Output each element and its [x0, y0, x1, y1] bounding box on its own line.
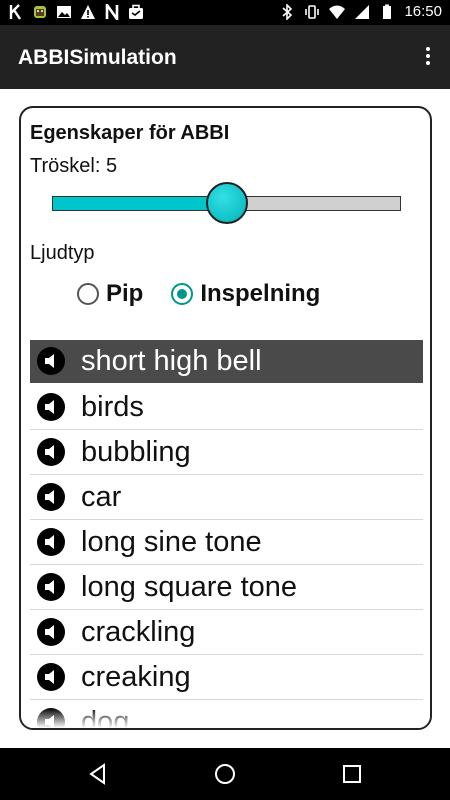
app-title: ABBISimulation	[18, 46, 177, 69]
radio-pip[interactable]: Pip	[77, 280, 143, 308]
signal-icon	[355, 5, 370, 19]
sound-type-radio-group: Pip Inspelning	[77, 280, 348, 308]
sound-label: birds	[81, 390, 144, 423]
bluetooth-icon	[282, 4, 293, 20]
battery-icon	[383, 4, 392, 19]
sound-label: car	[81, 480, 122, 513]
android-debug-icon	[34, 6, 46, 18]
sound-list-item[interactable]: long square tone	[30, 565, 423, 610]
sound-list-item[interactable]: bubbling	[30, 430, 423, 475]
k-icon	[9, 4, 21, 20]
speaker-icon	[37, 347, 65, 375]
speaker-icon	[37, 438, 65, 466]
image-icon	[57, 6, 71, 18]
wifi-icon	[329, 5, 346, 19]
speaker-icon	[37, 393, 65, 421]
properties-card: Egenskaper för ABBI Tröskel: 5 Ljudtyp P…	[19, 106, 432, 730]
status-bar: 16:50	[0, 0, 450, 25]
notification-icons	[8, 4, 144, 20]
vibrate-icon	[305, 5, 320, 19]
briefcase-icon	[129, 4, 143, 19]
warning-icon	[81, 5, 95, 19]
sound-list-item[interactable]: car	[30, 475, 423, 520]
speaker-icon	[37, 573, 65, 601]
speaker-icon	[37, 483, 65, 511]
radio-label-pip: Pip	[106, 280, 144, 307]
sound-type-label: Ljudtyp	[30, 242, 95, 264]
system-icons: 16:50	[279, 4, 442, 20]
radio-button-pip[interactable]	[77, 283, 99, 305]
sound-list-item[interactable]: creaking	[30, 655, 423, 700]
properties-title: Egenskaper för ABBI	[30, 122, 230, 144]
status-time: 16:50	[404, 3, 442, 20]
sound-label: short high bell	[81, 344, 262, 377]
sound-list-item[interactable]: long sine tone	[30, 520, 423, 565]
radio-label-inspelning: Inspelning	[200, 280, 321, 307]
n-icon	[105, 4, 119, 20]
sound-label: bubbling	[81, 435, 191, 468]
back-icon[interactable]	[86, 762, 110, 786]
radio-button-inspelning[interactable]	[171, 283, 194, 305]
home-icon[interactable]	[213, 762, 237, 786]
sound-list-item[interactable]: birds	[30, 385, 423, 430]
sound-list[interactable]: short high bell birds bubbling car long sine…	[30, 340, 423, 728]
app-bar: ABBISimulation	[0, 25, 450, 89]
slider-fill	[53, 197, 228, 210]
sound-label: crackling	[81, 615, 196, 648]
sound-list-item[interactable]: short high bell	[30, 340, 423, 383]
speaker-icon	[37, 663, 65, 691]
navigation-bar	[0, 748, 450, 800]
list-fade	[21, 708, 430, 728]
overflow-menu-icon[interactable]	[420, 45, 436, 69]
radio-inspelning[interactable]: Inspelning	[171, 280, 320, 308]
speaker-icon	[37, 618, 65, 646]
threshold-label: Tröskel: 5	[30, 155, 118, 177]
slider-thumb[interactable]	[205, 182, 248, 224]
sound-label: long square tone	[81, 570, 298, 603]
recents-icon[interactable]	[340, 762, 364, 786]
speaker-icon	[37, 528, 65, 556]
sound-list-item[interactable]: crackling	[30, 610, 423, 655]
sound-label: creaking	[81, 660, 191, 693]
sound-label: long sine tone	[81, 525, 262, 558]
